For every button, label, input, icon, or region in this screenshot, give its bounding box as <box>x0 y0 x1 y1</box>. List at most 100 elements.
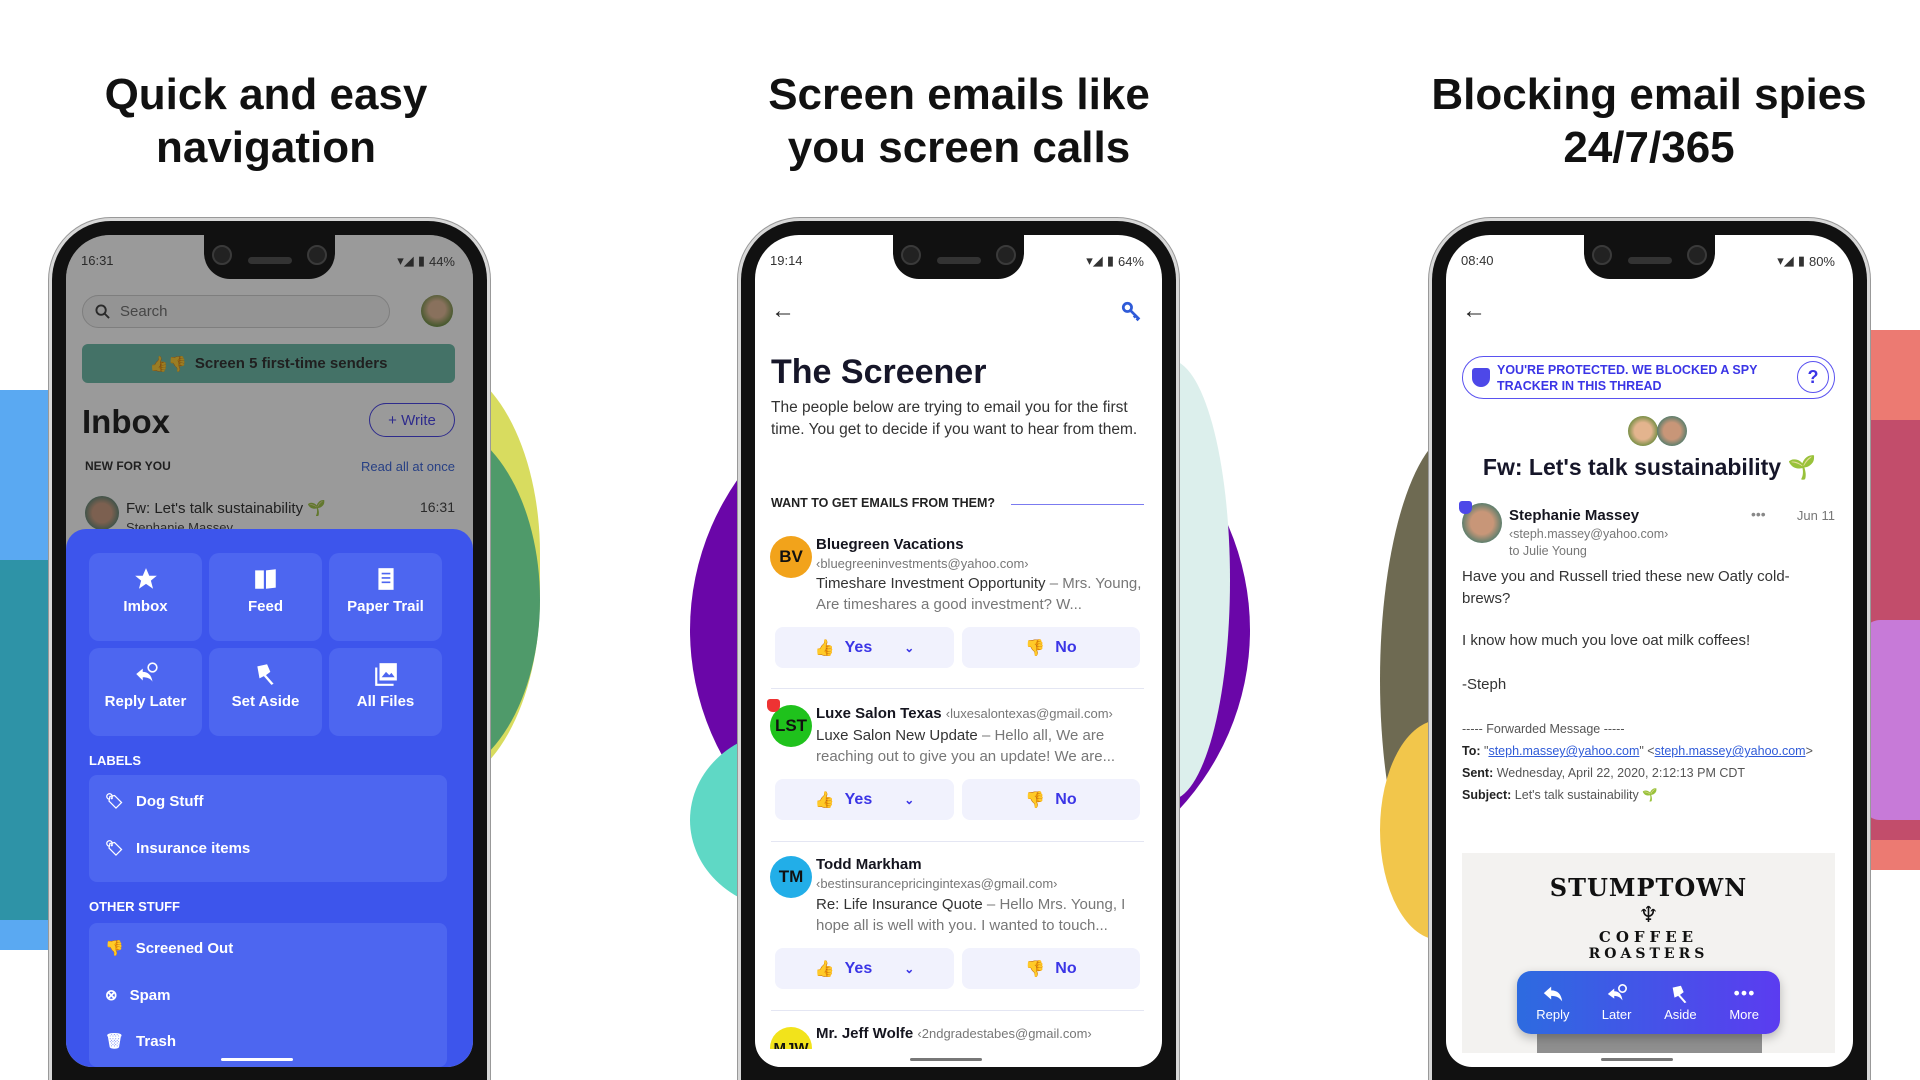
reply-icon <box>1543 986 1563 1002</box>
sender-name: Mr. Jeff Wolfe ‹2ndgradestabes@gmail.com… <box>816 1025 1092 1042</box>
wifi-icon: ▾◢ <box>1086 253 1103 268</box>
sender-email: ‹luxesalontexas@gmail.com› <box>945 706 1113 721</box>
menu-tile-all-files[interactable]: All Files <box>329 648 442 736</box>
chevron-down-icon[interactable]: ⌄ <box>904 641 914 655</box>
later-button[interactable]: Later <box>1586 983 1648 1022</box>
forward-subject: Subject: Let's talk sustainability 🌱 <box>1462 788 1658 803</box>
key-icon[interactable] <box>1121 301 1143 323</box>
participant-avatar <box>1628 416 1658 446</box>
label-dog-stuff[interactable]: 🏷 Dog Stuff <box>105 792 204 811</box>
item-text: Spam <box>129 986 171 1004</box>
menu-tile-reply-later[interactable]: Reply Later <box>89 648 202 736</box>
shield-badge-icon <box>767 699 780 712</box>
yes-button[interactable]: 👍 Yes ⌄ <box>775 948 954 989</box>
notch <box>893 235 1024 279</box>
status-icons: ▾◢ ▮ 80% <box>1777 253 1835 269</box>
tag-icon: 🏷 <box>105 793 125 810</box>
phone-screener: 19:14 ▾◢ ▮ 64% ← The Screener The people b… <box>738 218 1179 1080</box>
back-arrow-icon[interactable]: ← <box>1462 297 1486 325</box>
home-indicator[interactable] <box>221 1058 293 1061</box>
yes-label: Yes <box>844 638 873 656</box>
sender-email: ‹bluegreeninvestments@yahoo.com› <box>816 556 1029 571</box>
subject-value: Let's talk sustainability 🌱 <box>1514 788 1658 802</box>
thumbs-up-icon: 👍 <box>814 960 835 978</box>
email-preview: Timeshare Investment Opportunity – Mrs. … <box>816 573 1146 615</box>
thumbs-down-icon: 👎 <box>1025 791 1046 809</box>
thumbs-down-icon: 👎 <box>1025 639 1046 657</box>
sender-name: Stephanie Massey <box>1509 507 1640 524</box>
trash-icon: 🗑 <box>105 1033 125 1050</box>
home-indicator[interactable] <box>910 1058 982 1061</box>
pin-icon <box>1673 985 1687 1004</box>
banner-text: YOU'RE PROTECTED. WE BLOCKED A SPY TRACK… <box>1497 363 1758 393</box>
logo-middle: COFFEE <box>1598 928 1699 946</box>
status-time: 19:14 <box>770 253 803 268</box>
name-text: Luxe Salon Texas <box>816 705 942 722</box>
item-trash[interactable]: 🗑 Trash <box>105 1032 177 1051</box>
no-button[interactable]: 👎 No <box>962 948 1140 989</box>
tag-icon: 🏷 <box>105 840 125 857</box>
item-text: Trash <box>136 1032 177 1050</box>
back-arrow-icon[interactable]: ← <box>771 297 795 325</box>
no-button[interactable]: 👎 No <box>962 627 1140 668</box>
body-line: I know how much you love oat milk coffee… <box>1462 632 1751 649</box>
more-options-icon[interactable]: ••• <box>1751 506 1766 522</box>
heading-spies: Blocking email spies 24/7/365 <box>1389 68 1909 174</box>
yes-button[interactable]: 👍 Yes ⌄ <box>775 627 954 668</box>
navigation-sheet: Imbox Feed Paper Trail Reply Later Set A… <box>66 529 473 1067</box>
item-spam[interactable]: ⊗ Spam <box>105 986 171 1005</box>
notch <box>204 235 335 279</box>
heading-screener: Screen emails like you screen calls <box>699 68 1219 174</box>
images-icon <box>374 663 397 686</box>
aside-button[interactable]: Aside <box>1649 983 1711 1022</box>
sender-name: Todd Markham <box>816 856 922 873</box>
heading-line: Screen emails like <box>768 70 1150 119</box>
other-stuff-header: OTHER STUFF <box>89 899 180 914</box>
spy-tracker-banner[interactable]: YOU'RE PROTECTED. WE BLOCKED A SPY TRACK… <box>1462 356 1835 399</box>
stumptown-logo: STUMPTOWN ♆ COFFEE ROASTERS <box>1462 873 1835 962</box>
help-button[interactable]: ? <box>1797 361 1829 393</box>
no-label: No <box>1055 790 1077 808</box>
shield-badge-icon <box>1459 501 1472 514</box>
reply-button[interactable]: Reply <box>1522 983 1584 1022</box>
menu-tile-paper-trail[interactable]: Paper Trail <box>329 553 442 641</box>
recipient: to Julie Young <box>1509 544 1587 558</box>
screen: 19:14 ▾◢ ▮ 64% ← The Screener The people b… <box>755 235 1162 1067</box>
no-label: No <box>1055 959 1077 977</box>
image-photo <box>1537 1033 1762 1053</box>
heading-line: you screen calls <box>787 123 1131 172</box>
home-indicator[interactable] <box>1601 1058 1673 1061</box>
tile-label: Feed <box>247 598 283 615</box>
labels-header: LABELS <box>89 753 141 768</box>
to-email-link[interactable]: steph.massey@yahoo.com <box>1655 744 1806 758</box>
chevron-down-icon[interactable]: ⌄ <box>904 793 914 807</box>
yes-button[interactable]: 👍 Yes ⌄ <box>775 779 954 820</box>
chevron-down-icon[interactable]: ⌄ <box>904 962 914 976</box>
no-button[interactable]: 👎 No <box>962 779 1140 820</box>
label-insurance-items[interactable]: 🏷 Insurance items <box>105 839 251 858</box>
action-label: Aside <box>1664 1007 1697 1022</box>
phone-navigation: 16:31 ▾◢ ▮ 44% Search 👍👎 Screen 5 first-tim… <box>49 218 490 1080</box>
heading-line: Quick and easy <box>104 70 428 119</box>
intro-text: The people below are trying to email you… <box>771 399 1138 438</box>
status-time: 08:40 <box>1461 253 1494 268</box>
to-label: To: <box>1462 744 1481 758</box>
shield-icon <box>1472 368 1490 387</box>
menu-tile-feed[interactable]: Feed <box>209 553 322 641</box>
item-text: Screened Out <box>135 939 234 957</box>
star-icon <box>134 568 157 589</box>
to-name-link[interactable]: steph.massey@yahoo.com <box>1488 744 1639 758</box>
thumbs-down-icon: 👎 <box>105 940 124 957</box>
wifi-icon: ▾◢ <box>1777 253 1794 268</box>
status-icons: ▾◢ ▮ 64% <box>1086 253 1144 269</box>
pin-icon <box>256 664 274 685</box>
name-text: Mr. Jeff Wolfe <box>816 1025 914 1042</box>
label-text: Insurance items <box>136 839 251 857</box>
menu-tile-imbox[interactable]: Imbox <box>89 553 202 641</box>
thumbs-up-icon: 👍 <box>814 639 835 657</box>
menu-tile-set-aside[interactable]: Set Aside <box>209 648 322 736</box>
more-button[interactable]: More <box>1713 983 1775 1022</box>
item-screened-out[interactable]: 👎 Screened Out <box>105 939 234 958</box>
action-label: Later <box>1601 1007 1632 1022</box>
screen: 16:31 ▾◢ ▮ 44% Search 👍👎 Screen 5 first-tim… <box>66 235 473 1067</box>
